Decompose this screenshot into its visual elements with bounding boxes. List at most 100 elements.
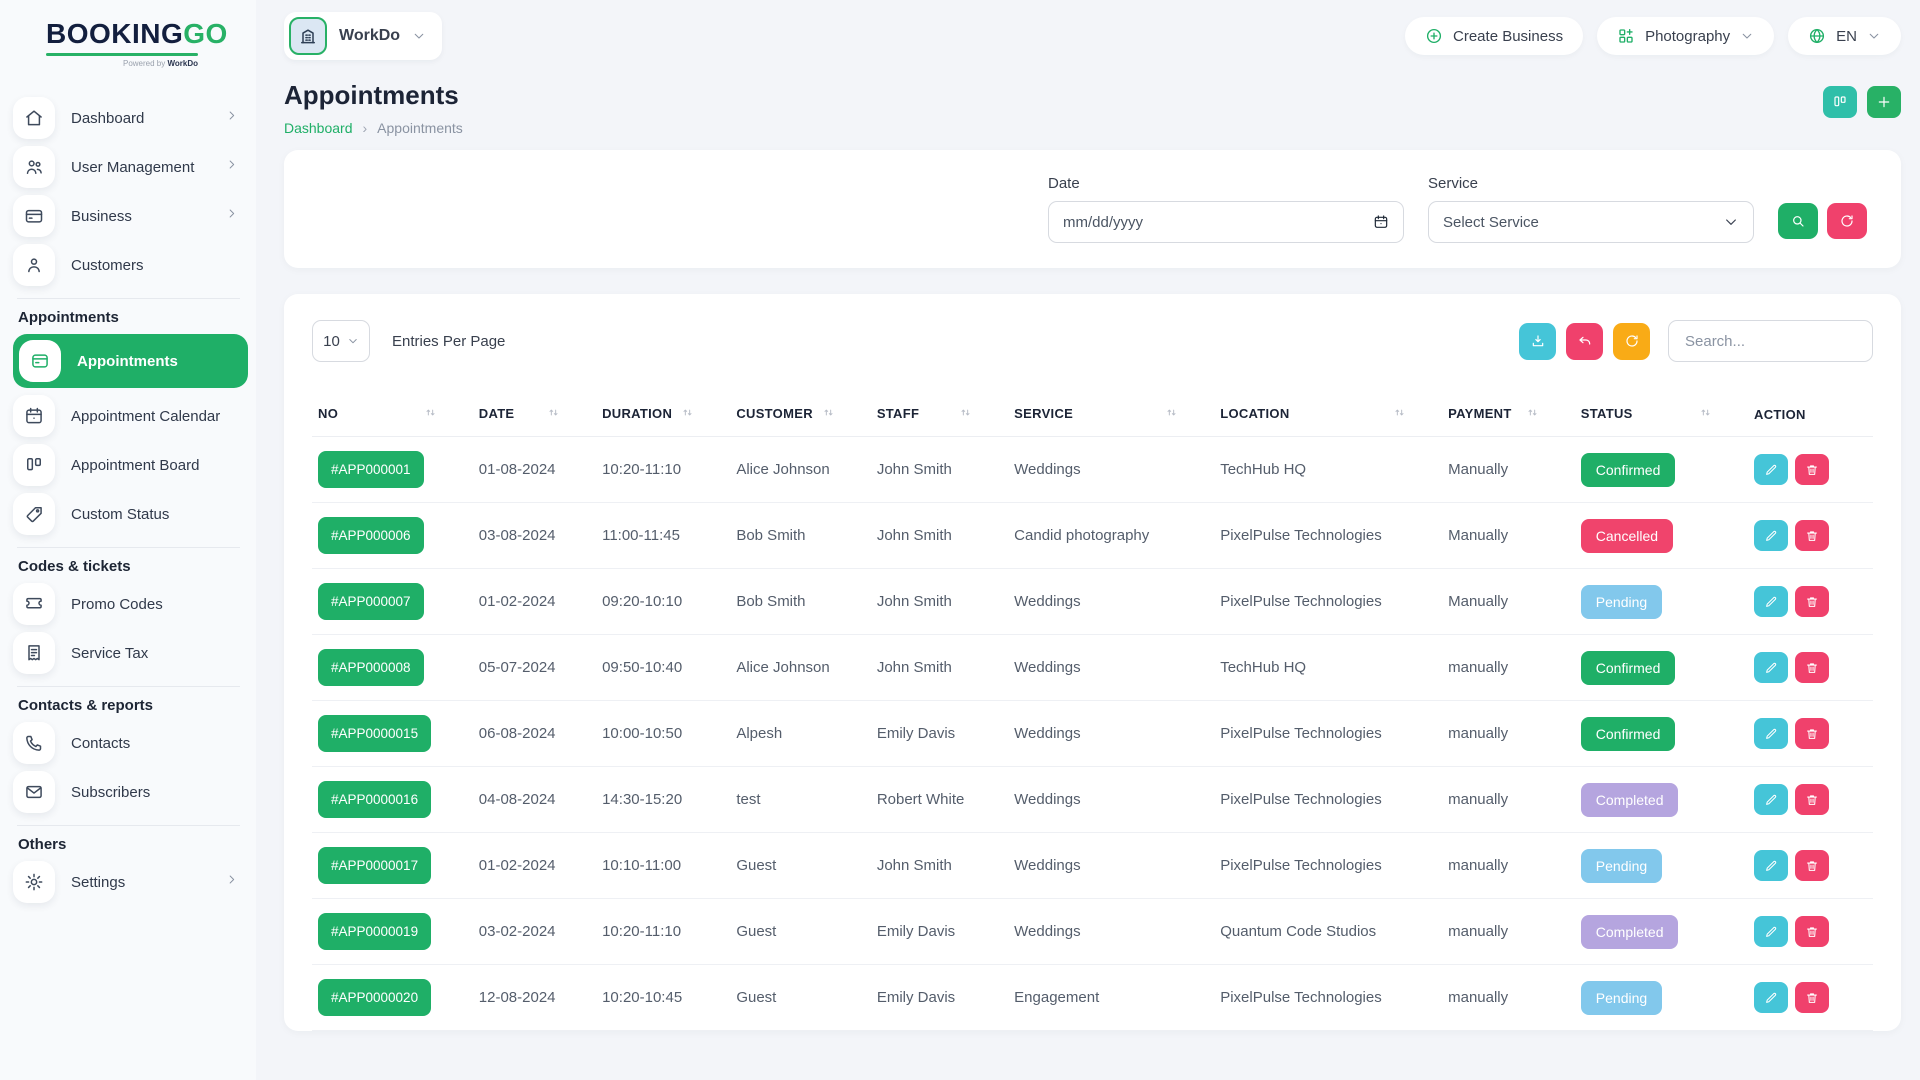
column-header-duration[interactable]: DURATION (596, 392, 730, 437)
cell-customer: Alpesh (730, 701, 870, 767)
column-header-payment[interactable]: PAYMENT (1442, 392, 1575, 437)
trash-icon (1805, 463, 1819, 477)
column-header-staff[interactable]: STAFF (871, 392, 1008, 437)
board-view-button[interactable] (1823, 86, 1857, 118)
edit-button[interactable] (1754, 916, 1788, 947)
column-header-service[interactable]: SERVICE (1008, 392, 1214, 437)
chevron-right-icon (225, 873, 238, 891)
pencil-icon (1764, 859, 1778, 873)
cell-action (1748, 965, 1873, 1031)
delete-button[interactable] (1795, 916, 1829, 947)
status-badge: Completed (1581, 783, 1679, 817)
sidebar-item-subscribers[interactable]: Subscribers (13, 771, 246, 813)
cell-no: #APP000008 (312, 635, 473, 701)
sort-icon (1526, 406, 1539, 422)
appointments-table: NODATEDURATIONCUSTOMERSTAFFSERVICELOCATI… (312, 392, 1873, 1031)
cell-duration: 10:00-10:50 (596, 701, 730, 767)
add-appointment-button[interactable] (1867, 86, 1901, 118)
business-selector[interactable]: Photography (1597, 17, 1774, 55)
cell-staff: Emily Davis (871, 899, 1008, 965)
chevron-right-icon (225, 158, 238, 176)
sidebar-section-heading: Appointments (18, 309, 256, 326)
cell-staff: John Smith (871, 635, 1008, 701)
delete-button[interactable] (1795, 850, 1829, 881)
sidebar-item-settings[interactable]: Settings (13, 861, 246, 903)
trash-icon (1805, 859, 1819, 873)
chevron-down-icon (412, 29, 426, 43)
column-header-location[interactable]: LOCATION (1214, 392, 1442, 437)
trash-icon (1805, 661, 1819, 675)
appointment-no-badge: #APP0000019 (318, 913, 431, 950)
back-button[interactable] (1566, 323, 1603, 360)
filter-reset-button[interactable] (1827, 203, 1867, 239)
sidebar-section-heading: Contacts & reports (18, 697, 256, 714)
row-actions (1754, 784, 1865, 815)
table-search-input[interactable] (1668, 320, 1873, 362)
service-filter-select[interactable]: Select Service (1428, 201, 1754, 243)
cell-customer: Bob Smith (730, 569, 870, 635)
edit-button[interactable] (1754, 652, 1788, 683)
delete-button[interactable] (1795, 718, 1829, 749)
sidebar-item-customers[interactable]: Customers (13, 244, 246, 286)
edit-button[interactable] (1754, 454, 1788, 485)
edit-button[interactable] (1754, 586, 1788, 617)
workspace-selector[interactable]: WorkDo (284, 12, 442, 60)
delete-button[interactable] (1795, 982, 1829, 1013)
entries-value: 10 (323, 333, 340, 350)
sidebar-item-appointment-calendar[interactable]: Appointment Calendar (13, 395, 246, 437)
create-business-button[interactable]: Create Business (1405, 17, 1583, 55)
status-badge: Confirmed (1581, 717, 1676, 751)
cell-duration: 10:20-11:10 (596, 437, 730, 503)
cell-date: 03-08-2024 (473, 503, 596, 569)
delete-button[interactable] (1795, 652, 1829, 683)
pencil-icon (1764, 595, 1778, 609)
sidebar-item-user-management[interactable]: User Management (13, 146, 246, 188)
edit-button[interactable] (1754, 520, 1788, 551)
column-header-customer[interactable]: CUSTOMER (730, 392, 870, 437)
delete-button[interactable] (1795, 454, 1829, 485)
delete-button[interactable] (1795, 586, 1829, 617)
edit-button[interactable] (1754, 718, 1788, 749)
breadcrumb-dashboard-link[interactable]: Dashboard (284, 120, 353, 136)
sidebar-item-label: Appointment Calendar (71, 408, 238, 425)
sidebar-item-appointments[interactable]: Appointments (13, 334, 248, 388)
sidebar-item-custom-status[interactable]: Custom Status (13, 493, 246, 535)
reload-button[interactable] (1613, 323, 1650, 360)
cell-status: Confirmed (1575, 701, 1748, 767)
appointment-no-badge: #APP0000020 (318, 979, 431, 1016)
sidebar-item-appointment-board[interactable]: Appointment Board (13, 444, 246, 486)
delete-button[interactable] (1795, 520, 1829, 551)
language-selector[interactable]: EN (1788, 17, 1901, 55)
breadcrumb-current: Appointments (377, 120, 463, 136)
entries-per-page-select[interactable]: 10 (312, 320, 370, 362)
column-header-date[interactable]: DATE (473, 392, 596, 437)
sidebar-item-contacts[interactable]: Contacts (13, 722, 246, 764)
brand-logo[interactable]: BOOKINGGO Powered by WorkDo (0, 18, 256, 68)
table-row: #APP000001701-02-202410:10-11:00GuestJoh… (312, 833, 1873, 899)
column-header-no[interactable]: NO (312, 392, 473, 437)
sidebar-item-service-tax[interactable]: Service Tax (13, 632, 246, 674)
sidebar-item-promo-codes[interactable]: Promo Codes (13, 583, 246, 625)
page-header: Appointments Dashboard › Appointments (284, 80, 1901, 136)
delete-button[interactable] (1795, 784, 1829, 815)
date-filter-input[interactable]: mm/dd/yyyy (1048, 201, 1404, 243)
calendar-icon (13, 395, 55, 437)
sidebar-item-dashboard[interactable]: Dashboard (13, 97, 246, 139)
cell-status: Completed (1575, 767, 1748, 833)
sidebar: BOOKINGGO Powered by WorkDo Dashboard Use… (0, 0, 256, 1080)
edit-button[interactable] (1754, 850, 1788, 881)
cell-duration: 11:00-11:45 (596, 503, 730, 569)
users-icon (13, 146, 55, 188)
edit-button[interactable] (1754, 982, 1788, 1013)
entries-per-page-label: Entries Per Page (392, 333, 505, 350)
sort-icon (547, 406, 560, 422)
cell-customer: Bob Smith (730, 503, 870, 569)
export-button[interactable] (1519, 323, 1556, 360)
column-header-status[interactable]: STATUS (1575, 392, 1748, 437)
sidebar-item-business[interactable]: Business (13, 195, 246, 237)
cell-status: Pending (1575, 965, 1748, 1031)
cell-no: #APP0000015 (312, 701, 473, 767)
edit-button[interactable] (1754, 784, 1788, 815)
filter-search-button[interactable] (1778, 203, 1818, 239)
table-tools (1519, 320, 1873, 362)
